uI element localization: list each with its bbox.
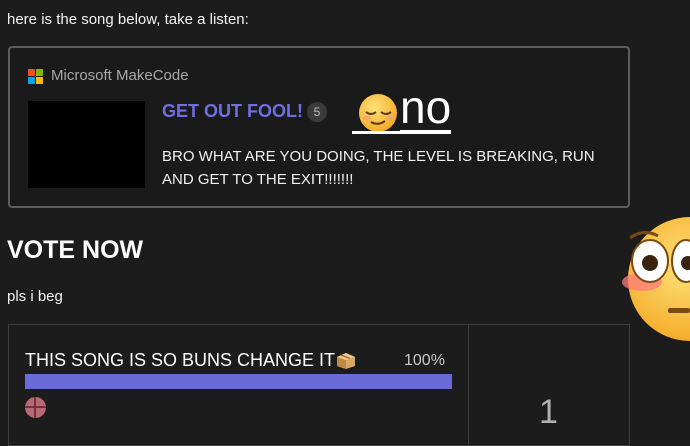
onebox-thumbnail[interactable] (28, 101, 145, 188)
click-count-badge: 5 (307, 101, 327, 122)
poll-divider (468, 325, 469, 445)
no-sticker: no (352, 81, 452, 134)
poll-bar-track (25, 374, 452, 389)
onebox-source[interactable]: Microsoft MakeCode (28, 67, 189, 84)
makecode-onebox[interactable]: Microsoft MakeCode GET OUT FOOL! 5 BRO W… (8, 46, 630, 208)
poll-option[interactable]: THIS SONG IS SO BUNS CHANGE IT (25, 350, 356, 371)
vote-heading: VOTE NOW (7, 236, 144, 264)
poll-bar-fill (25, 374, 452, 389)
no-text: no (400, 81, 452, 134)
flushed-face-icon (622, 217, 690, 341)
poll-option-label[interactable]: THIS SONG IS SO BUNS CHANGE IT (25, 350, 335, 371)
intro-text: here is the song below, take a listen: (7, 11, 249, 28)
package-icon (337, 352, 356, 369)
onebox-source-name: Microsoft MakeCode (51, 67, 189, 84)
voter-avatar[interactable] (25, 397, 46, 418)
onebox-title-link[interactable]: GET OUT FOOL! 5 (162, 101, 327, 122)
poll-option-percent: 100% (404, 352, 445, 369)
microsoft-logo-icon (28, 68, 43, 84)
total-voters-count: 1 (539, 393, 558, 431)
onebox-description: BRO WHAT ARE YOU DOING, THE LEVEL IS BRE… (162, 148, 595, 188)
relieved-face-icon (352, 94, 402, 134)
plead-text: pls i beg (7, 288, 63, 305)
onebox-title[interactable]: GET OUT FOOL! (162, 101, 303, 122)
poll: THIS SONG IS SO BUNS CHANGE IT 100% 1 (8, 324, 630, 446)
